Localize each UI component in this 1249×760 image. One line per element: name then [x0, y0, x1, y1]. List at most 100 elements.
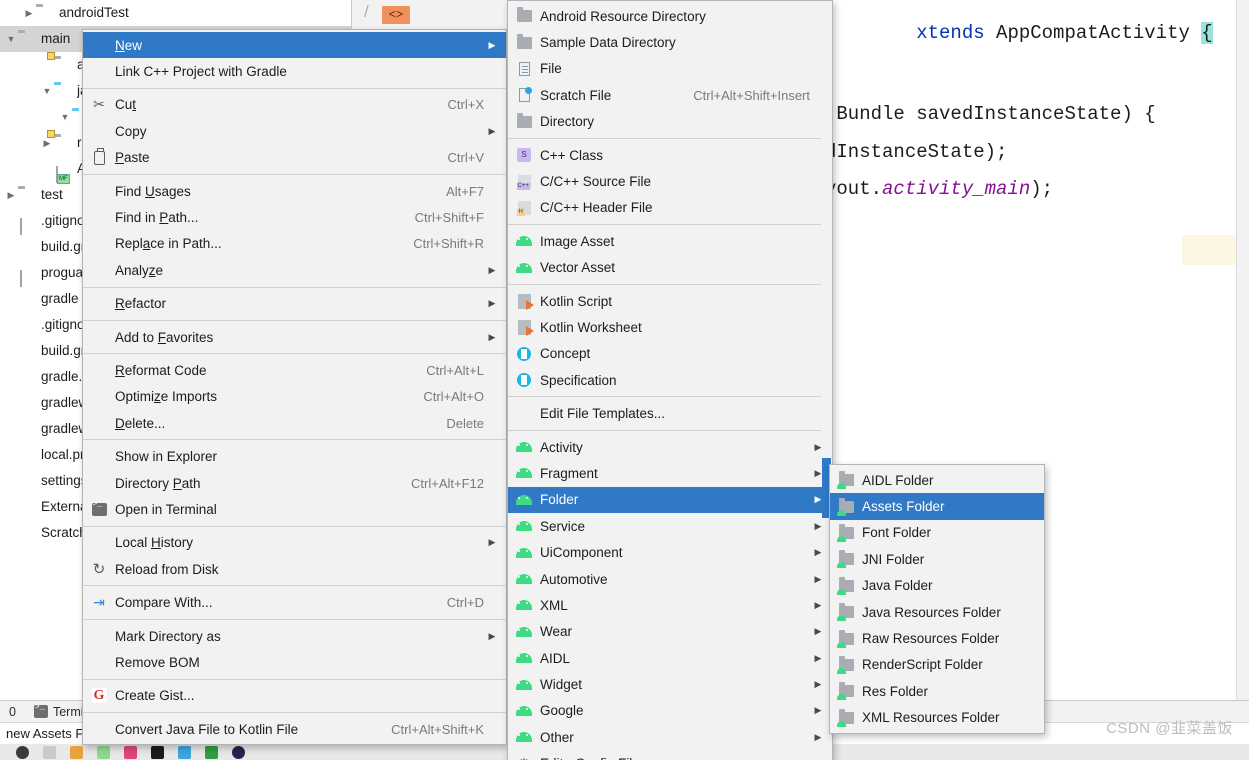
tree-expand-arrow-icon[interactable]: ▼ — [40, 78, 54, 104]
context-menu-item-refactor[interactable]: Refactor ▶ — [83, 291, 506, 317]
new-menu-item-fragment[interactable]: Fragment ▶ — [508, 460, 832, 486]
taskbar-icon[interactable] — [70, 745, 83, 759]
new-menu-item-c-c-source-file[interactable]: C/C++ Source File — [508, 168, 832, 194]
context-menu-item-replace-in-path[interactable]: Replace in Path... Ctrl+Shift+R — [83, 231, 506, 257]
android-icon — [514, 705, 534, 716]
context-menu-item-remove-bom[interactable]: Remove BOM — [83, 649, 506, 675]
folder-menu-item-raw-resources-folder[interactable]: Raw Resources Folder — [830, 625, 1044, 651]
new-menu-item-edit-file-templates[interactable]: Edit File Templates... — [508, 400, 832, 426]
context-menu-item-cut[interactable]: Cut Ctrl+X — [83, 92, 506, 118]
context-menu-item-link-c-project-with-gradle[interactable]: Link C++ Project with Gradle — [83, 58, 506, 84]
new-menu-item-sample-data-directory[interactable]: Sample Data Directory — [508, 29, 832, 55]
folder-menu-item-xml-resources-folder[interactable]: XML Resources Folder — [830, 705, 1044, 731]
menu-item-label: Other — [540, 729, 574, 745]
menu-item-label: C++ Class — [540, 147, 604, 163]
folder-menu-item-res-folder[interactable]: Res Folder — [830, 678, 1044, 704]
new-menu-item-other[interactable]: Other ▶ — [508, 724, 832, 750]
taskbar-icon[interactable] — [232, 745, 245, 759]
layout-code-icon[interactable]: <> — [382, 6, 410, 24]
folder-menu-item-jni-folder[interactable]: JNI Folder — [830, 546, 1044, 572]
taskbar-icon[interactable] — [124, 745, 137, 759]
context-menu-item-open-in-terminal[interactable]: Open in Terminal — [83, 496, 506, 522]
menu-item-label: Convert Java File to Kotlin File — [115, 721, 299, 737]
context-menu-item-find-usages[interactable]: Find Usages Alt+F7 — [83, 178, 506, 204]
folder-icon — [36, 6, 54, 21]
submenu-arrow-icon: ▶ — [814, 652, 822, 663]
new-menu-item-c-class[interactable]: S C++ Class — [508, 142, 832, 168]
new-menu-item-activity[interactable]: Activity ▶ — [508, 434, 832, 460]
new-submenu[interactable]: Android Resource Directory Sample Data Di… — [507, 0, 833, 760]
taskbar-icon[interactable] — [97, 745, 110, 759]
folder-menu-item-renderscript-folder[interactable]: RenderScript Folder — [830, 652, 1044, 678]
new-menu-item-scratch-file[interactable]: Scratch File Ctrl+Alt+Shift+Insert — [508, 82, 832, 108]
tree-expand-arrow-icon[interactable]: ▶ — [22, 0, 36, 26]
menu-separator — [83, 678, 506, 680]
folder-menu-item-assets-folder[interactable]: Assets Folder — [830, 493, 1044, 520]
menu-item-label: XML — [540, 597, 568, 613]
new-menu-item-editorconfig-file[interactable]: EditorConfig File — [508, 751, 832, 760]
context-menu-item-show-in-explorer[interactable]: Show in Explorer — [83, 443, 506, 469]
new-menu-item-kotlin-worksheet[interactable]: Kotlin Worksheet — [508, 314, 832, 340]
context-menu-item-directory-path[interactable]: Directory Path Ctrl+Alt+F12 — [83, 470, 506, 496]
new-menu-item-kotlin-script[interactable]: Kotlin Script — [508, 288, 832, 314]
taskbar-icon[interactable] — [205, 745, 218, 759]
new-menu-item-folder[interactable]: Folder ▶ — [508, 486, 832, 514]
tree-expand-arrow-icon[interactable]: ▶ — [4, 182, 18, 208]
new-menu-item-image-asset[interactable]: Image Asset — [508, 228, 832, 254]
concept-icon — [514, 373, 534, 388]
context-menu-item-local-history[interactable]: Local History ▶ — [83, 530, 506, 556]
context-menu-item-compare-with[interactable]: Compare With... Ctrl+D — [83, 589, 506, 615]
context-menu-item-mark-directory-as[interactable]: Mark Directory as ▶ — [83, 623, 506, 649]
new-menu-item-uicomponent[interactable]: UiComponent ▶ — [508, 539, 832, 565]
code-line: xtends AppCompatActivity { — [916, 22, 1213, 44]
folder-menu-item-aidl-folder[interactable]: AIDL Folder — [830, 467, 1044, 493]
new-menu-item-widget[interactable]: Widget ▶ — [508, 671, 832, 697]
folder-menu-item-java-folder[interactable]: Java Folder — [830, 573, 1044, 599]
new-menu-item-directory[interactable]: Directory — [508, 109, 832, 135]
taskbar-icon[interactable] — [151, 745, 164, 759]
context-menu-item-convert-java-file-to-kotlin-file[interactable]: Convert Java File to Kotlin File Ctrl+Alt… — [83, 716, 506, 742]
new-menu-item-c-c-header-file[interactable]: C/C++ Header File — [508, 195, 832, 221]
tree-expand-arrow-icon[interactable]: ▼ — [58, 104, 72, 130]
context-menu-item-paste[interactable]: Paste Ctrl+V — [83, 145, 506, 171]
new-menu-item-automotive[interactable]: Automotive ▶ — [508, 566, 832, 592]
folder-menu-item-font-folder[interactable]: Font Folder — [830, 520, 1044, 546]
menu-separator — [83, 439, 506, 441]
context-menu-item-analyze[interactable]: Analyze ▶ — [83, 257, 506, 283]
folder-submenu[interactable]: AIDL Folder Assets Folder Font Folder JNI F… — [829, 464, 1045, 734]
context-menu-item-delete[interactable]: Delete... Delete — [83, 410, 506, 436]
tree-node[interactable]: ▶ androidTest — [0, 0, 351, 26]
project-context-menu[interactable]: New ▶ Link C++ Project with Gradle Cut Ctrl+… — [82, 29, 507, 746]
submenu-arrow-icon: ▶ — [814, 494, 822, 505]
menu-item-label: AIDL — [540, 650, 571, 666]
new-menu-item-specification[interactable]: Specification — [508, 367, 832, 393]
context-menu-item-optimize-imports[interactable]: Optimize Imports Ctrl+Alt+O — [83, 384, 506, 410]
menu-item-label: Folder — [540, 492, 579, 508]
editor-tab-strip[interactable]: / <> — [352, 0, 522, 30]
new-menu-item-aidl[interactable]: AIDL ▶ — [508, 645, 832, 671]
taskbar-icon[interactable] — [178, 745, 191, 759]
context-menu-item-create-gist[interactable]: G Create Gist... — [83, 683, 506, 709]
menu-item-label: Remove BOM — [115, 654, 200, 670]
context-menu-item-add-to-favorites[interactable]: Add to Favorites ▶ — [83, 324, 506, 350]
context-menu-item-reload-from-disk[interactable]: Reload from Disk — [83, 556, 506, 582]
new-menu-item-concept[interactable]: Concept — [508, 341, 832, 367]
taskbar-icon[interactable] — [16, 745, 29, 759]
context-menu-item-reformat-code[interactable]: Reformat Code Ctrl+Alt+L — [83, 357, 506, 383]
folder-menu-item-java-resources-folder[interactable]: Java Resources Folder — [830, 599, 1044, 625]
new-menu-item-google[interactable]: Google ▶ — [508, 698, 832, 724]
resource-folder-icon — [836, 708, 856, 727]
new-menu-item-vector-asset[interactable]: Vector Asset — [508, 255, 832, 281]
new-menu-item-file[interactable]: File — [508, 56, 832, 82]
new-menu-item-android-resource-directory[interactable]: Android Resource Directory — [508, 3, 832, 29]
context-menu-item-copy[interactable]: Copy ▶ — [83, 118, 506, 144]
tree-expand-arrow-icon[interactable]: ▼ — [4, 26, 18, 52]
menu-item-label: Refactor — [115, 296, 167, 312]
editor-scrollbar[interactable] — [1236, 0, 1249, 700]
context-menu-item-find-in-path[interactable]: Find in Path... Ctrl+Shift+F — [83, 204, 506, 230]
new-menu-item-wear[interactable]: Wear ▶ — [508, 619, 832, 645]
new-menu-item-service[interactable]: Service ▶ — [508, 513, 832, 539]
new-menu-item-xml[interactable]: XML ▶ — [508, 592, 832, 618]
context-menu-item-new[interactable]: New ▶ — [83, 32, 506, 59]
taskbar-icon[interactable] — [43, 745, 56, 759]
